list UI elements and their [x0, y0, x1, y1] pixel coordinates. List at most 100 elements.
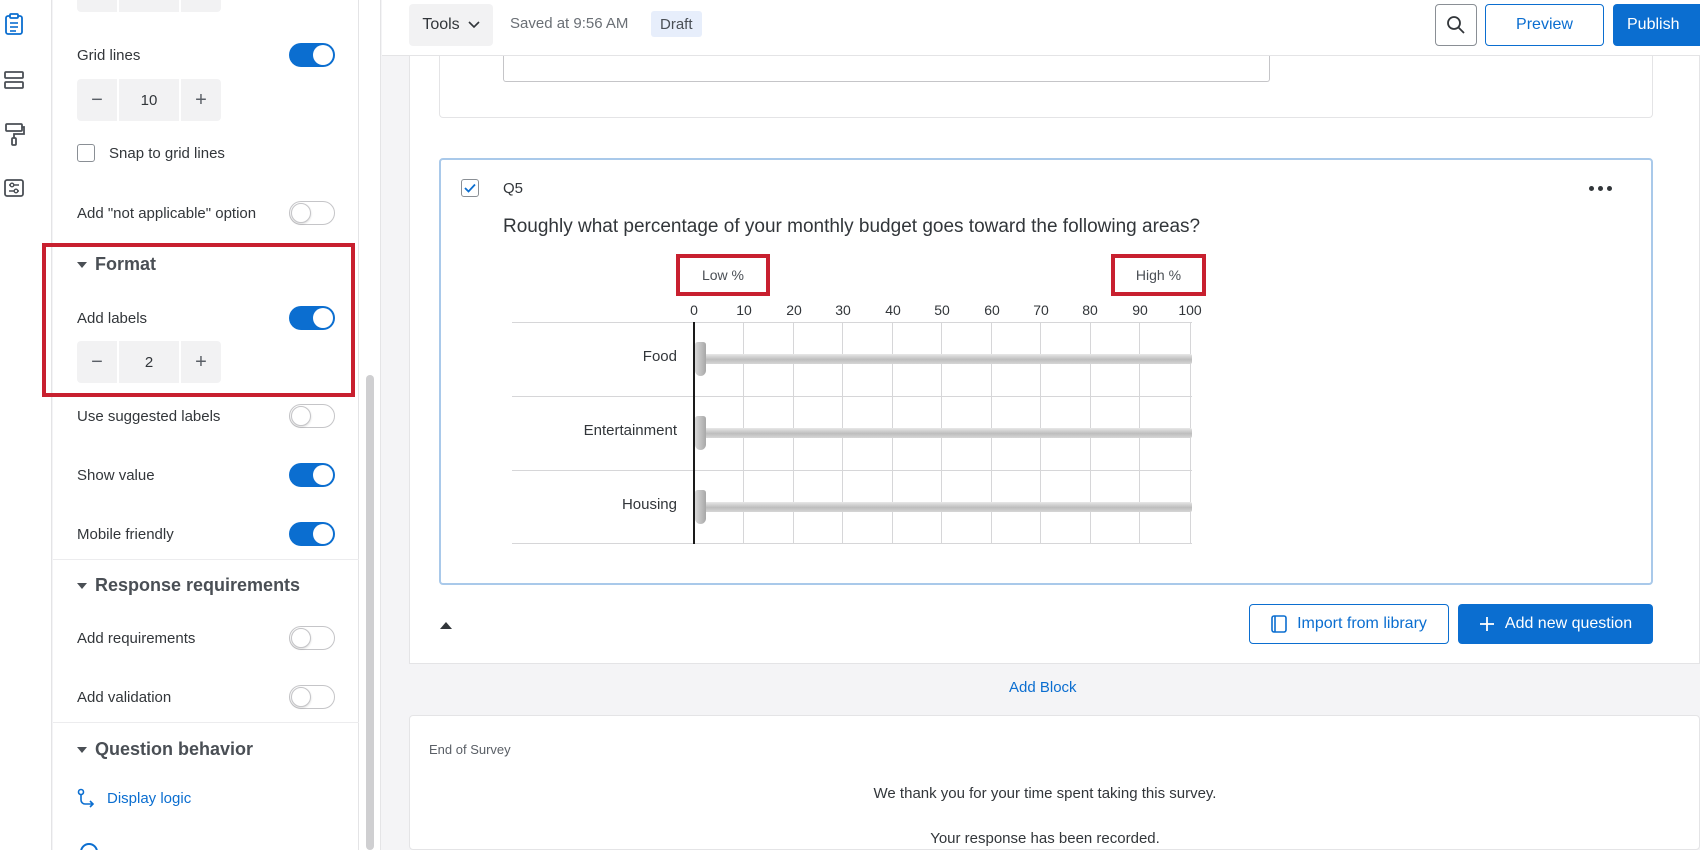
chevron-down-icon: [468, 21, 480, 29]
survey-icon[interactable]: [0, 8, 28, 40]
previous-value: [117, 0, 181, 12]
add-block-link[interactable]: Add Block: [1009, 679, 1077, 696]
show-value-row: Show value: [77, 460, 335, 490]
tick-label: 20: [786, 302, 802, 318]
mobile-friendly-toggle[interactable]: [289, 522, 335, 546]
snap-label: Snap to grid lines: [109, 144, 225, 162]
grid-lines-increment-button[interactable]: +: [181, 79, 221, 121]
survey-options-icon[interactable]: [0, 172, 28, 204]
question-menu-button[interactable]: [1585, 178, 1615, 198]
statement-label[interactable]: Housing: [517, 496, 677, 513]
slider-track[interactable]: [696, 502, 1192, 512]
mobile-friendly-label: Mobile friendly: [77, 525, 174, 543]
divider: [53, 722, 359, 723]
check-icon: [464, 183, 476, 193]
divider: [53, 559, 359, 560]
add-validation-label: Add validation: [77, 688, 172, 706]
row-divider: [512, 322, 1192, 323]
question-number: Q5: [503, 180, 524, 197]
question-behavior-title: Question behavior: [95, 739, 254, 759]
slider-handle[interactable]: [695, 342, 706, 376]
import-label: Import from library: [1297, 615, 1427, 632]
question-text[interactable]: Roughly what percentage of your monthly …: [503, 216, 1200, 238]
panel-scrollbar-thumb[interactable]: [366, 375, 374, 850]
status-badge: Draft: [651, 11, 702, 37]
icon-rail: [0, 0, 52, 850]
show-value-toggle[interactable]: [289, 463, 335, 487]
publish-button[interactable]: Publish: [1613, 4, 1700, 46]
tick-label: 60: [984, 302, 1000, 318]
tick-label: 10: [736, 302, 752, 318]
previous-increment-button[interactable]: [181, 0, 221, 12]
row-divider: [512, 470, 1192, 471]
blocks-icon[interactable]: [0, 64, 28, 96]
look-and-feel-icon[interactable]: [0, 118, 28, 150]
show-value-label: Show value: [77, 466, 155, 484]
end-of-survey-message: Your response has been recorded.: [930, 830, 1160, 847]
collapse-block-icon[interactable]: [440, 622, 452, 629]
mobile-friendly-row: Mobile friendly: [77, 519, 335, 549]
slider-track[interactable]: [696, 354, 1192, 364]
add-validation-toggle[interactable]: [289, 685, 335, 709]
tick-label: 30: [835, 302, 851, 318]
book-icon: [1271, 615, 1287, 633]
not-applicable-row: Add "not applicable" option: [77, 198, 335, 228]
add-question-label: Add new question: [1504, 615, 1633, 632]
plus-icon: [1479, 617, 1494, 631]
grid-lines-toggle[interactable]: [289, 43, 335, 67]
add-requirements-toggle[interactable]: [289, 626, 335, 650]
slider-handle[interactable]: [695, 490, 706, 524]
response-requirements-header[interactable]: Response requirements: [77, 575, 300, 596]
row-divider: [512, 543, 1192, 544]
tools-menu-button[interactable]: Tools: [409, 4, 493, 46]
tick-label: 80: [1082, 302, 1098, 318]
suggested-labels-toggle[interactable]: [289, 404, 335, 428]
grid-lines-decrement-button[interactable]: −: [77, 79, 117, 121]
import-from-library-button[interactable]: Import from library: [1249, 604, 1449, 644]
caret-down-icon: [77, 746, 87, 753]
add-new-question-button[interactable]: Add new question: [1458, 604, 1653, 644]
caret-down-icon: [77, 582, 87, 589]
suggested-labels-row: Use suggested labels: [77, 401, 335, 431]
row-divider: [512, 396, 1192, 397]
tick-label: 50: [934, 302, 950, 318]
tick-label: 90: [1132, 302, 1148, 318]
slider-handle[interactable]: [695, 416, 706, 450]
response-requirements-title: Response requirements: [95, 575, 301, 595]
tick-label: 40: [885, 302, 901, 318]
end-of-survey-title: End of Survey: [429, 742, 511, 757]
add-requirements-row: Add requirements: [77, 623, 335, 653]
snap-row: Snap to grid lines: [77, 138, 335, 168]
slider-label-high[interactable]: High %: [1111, 254, 1206, 296]
question-behavior-header[interactable]: Question behavior: [77, 739, 253, 760]
preview-button[interactable]: Preview: [1485, 4, 1604, 46]
question-select-checkbox[interactable]: [461, 179, 479, 197]
suggested-labels-label: Use suggested labels: [77, 407, 221, 425]
tools-label: Tools: [422, 16, 460, 33]
search-icon: [1447, 16, 1465, 34]
statement-label[interactable]: Food: [517, 348, 677, 365]
grid-lines-label: Grid lines: [77, 46, 141, 64]
statement-label[interactable]: Entertainment: [517, 422, 677, 439]
search-button[interactable]: [1435, 4, 1477, 46]
slider-grid: Food Entertainment Housing: [512, 322, 1192, 544]
tick-label: 0: [690, 302, 698, 318]
end-of-survey-message: We thank you for your time spent taking …: [873, 785, 1217, 802]
slider-label-low[interactable]: Low %: [676, 254, 770, 296]
not-applicable-label: Add "not applicable" option: [77, 204, 257, 222]
grid-lines-row: Grid lines: [77, 40, 335, 70]
previous-stepper: [77, 0, 221, 12]
saved-status: Saved at 9:56 AM: [510, 15, 629, 32]
grid-lines-stepper: − 10 +: [77, 79, 221, 121]
tick-label: 100: [1178, 302, 1202, 318]
tick-label: 70: [1033, 302, 1049, 318]
grid-lines-value[interactable]: 10: [117, 79, 181, 121]
previous-question-textarea[interactable]: [503, 56, 1270, 82]
not-applicable-toggle[interactable]: [289, 201, 335, 225]
snap-checkbox[interactable]: [77, 144, 95, 162]
format-highlight-box: [42, 243, 355, 397]
add-requirements-label: Add requirements: [77, 629, 196, 647]
slider-track[interactable]: [696, 428, 1192, 438]
previous-decrement-button[interactable]: [77, 0, 117, 12]
add-validation-row: Add validation: [77, 682, 335, 712]
